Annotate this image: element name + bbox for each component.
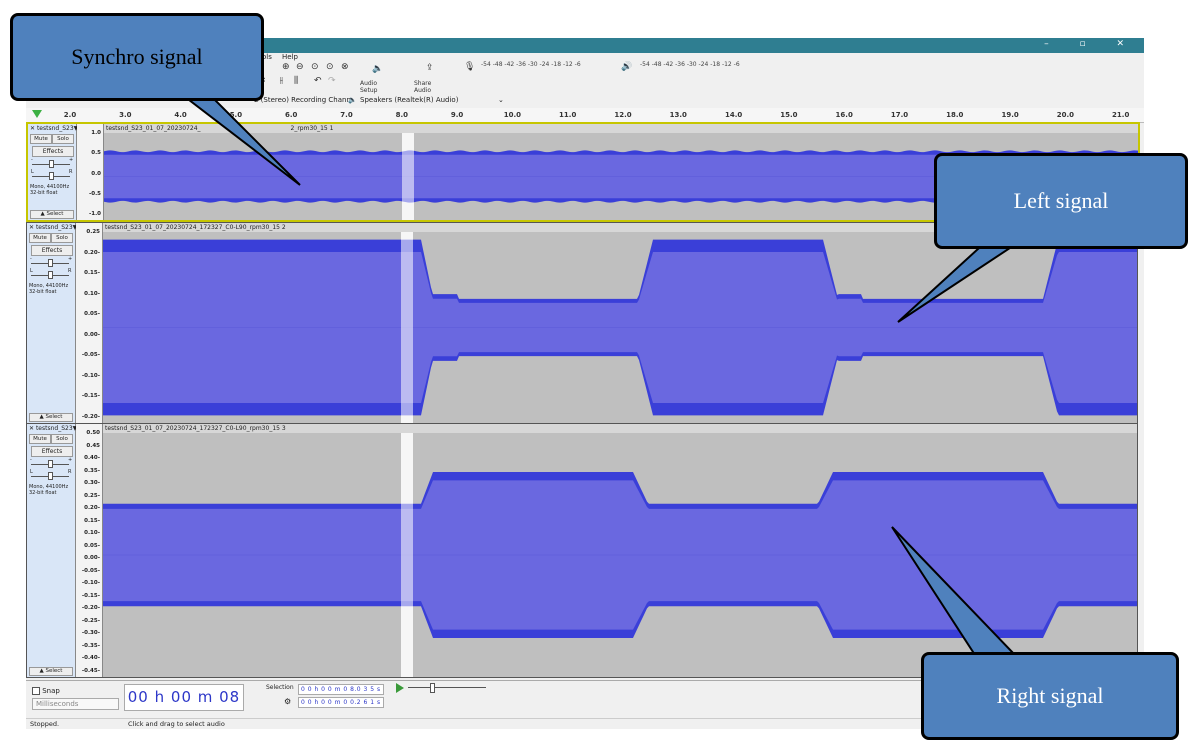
callout-left: Left signal (934, 153, 1188, 249)
left-pointer (897, 237, 1029, 323)
right-pointer (891, 526, 1018, 656)
callout-synchro: Synchro signal (10, 13, 264, 101)
callout-pointers (147, 69, 1029, 656)
callout-right: Right signal (921, 652, 1179, 740)
